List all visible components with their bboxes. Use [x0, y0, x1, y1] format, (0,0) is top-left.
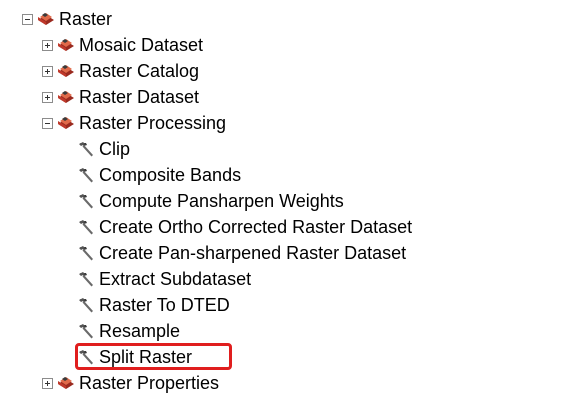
tree-node-raster-catalog[interactable]: Raster Catalog	[42, 58, 199, 84]
tool-label: Extract Subdataset	[99, 269, 252, 289]
tool-label: Create Ortho Corrected Raster Dataset	[99, 217, 413, 237]
hammer-icon	[78, 323, 95, 339]
tool-label: Resample	[99, 321, 181, 341]
tree-node-label: Raster	[59, 9, 113, 29]
hammer-icon	[78, 141, 95, 157]
toolbox-icon	[57, 64, 75, 78]
tree-node-raster-properties[interactable]: Raster Properties	[42, 370, 219, 396]
tree-node-raster-processing[interactable]: Raster Processing	[42, 110, 226, 136]
expand-icon[interactable]	[42, 39, 53, 51]
tool-label: Split Raster	[99, 347, 193, 367]
hammer-icon	[78, 245, 95, 261]
toolbox-tree: Raster Mosaic Dataset Raster Catalog Ras…	[0, 0, 575, 401]
hammer-icon	[78, 219, 95, 235]
toolbox-icon	[57, 90, 75, 104]
toolbox-icon	[57, 38, 75, 52]
tool-clip[interactable]: Clip	[78, 136, 130, 162]
hammer-icon	[78, 297, 95, 313]
expand-icon[interactable]	[42, 65, 53, 77]
tree-node-label: Raster Catalog	[79, 61, 200, 81]
toolbox-icon	[57, 376, 75, 390]
expand-icon[interactable]	[42, 377, 53, 389]
tree-node-label: Raster Properties	[79, 373, 220, 393]
tool-compute-pansharpen-weights[interactable]: Compute Pansharpen Weights	[78, 188, 344, 214]
hammer-icon	[78, 271, 95, 287]
tree-node-label: Mosaic Dataset	[79, 35, 204, 55]
tool-resample[interactable]: Resample	[78, 318, 180, 344]
expand-icon[interactable]	[42, 91, 53, 103]
tree-node-raster[interactable]: Raster	[22, 6, 112, 32]
tool-extract-subdataset[interactable]: Extract Subdataset	[78, 266, 251, 292]
toolbox-icon	[57, 116, 75, 130]
tool-label: Raster To DTED	[99, 295, 230, 315]
tool-composite-bands[interactable]: Composite Bands	[78, 162, 241, 188]
hammer-icon	[78, 167, 95, 183]
collapse-icon[interactable]	[42, 117, 53, 129]
hammer-icon	[78, 193, 95, 209]
tool-create-ortho-corrected-raster-dataset[interactable]: Create Ortho Corrected Raster Dataset	[78, 214, 412, 240]
tree-node-label: Raster Dataset	[79, 87, 200, 107]
tree-node-raster-dataset[interactable]: Raster Dataset	[42, 84, 199, 110]
collapse-icon[interactable]	[22, 13, 33, 25]
tool-label: Create Pan-sharpened Raster Dataset	[99, 243, 407, 263]
tree-node-mosaic-dataset[interactable]: Mosaic Dataset	[42, 32, 203, 58]
tool-label: Compute Pansharpen Weights	[99, 191, 344, 211]
tree-node-label: Raster Processing	[79, 113, 227, 133]
hammer-icon	[78, 349, 95, 365]
tool-create-pan-sharpened-raster-dataset[interactable]: Create Pan-sharpened Raster Dataset	[78, 240, 406, 266]
tool-raster-to-dted[interactable]: Raster To DTED	[78, 292, 230, 318]
tool-label: Composite Bands	[99, 165, 242, 185]
toolbox-icon	[37, 12, 55, 26]
tool-label: Clip	[99, 139, 131, 159]
tool-split-raster[interactable]: Split Raster	[78, 344, 192, 370]
